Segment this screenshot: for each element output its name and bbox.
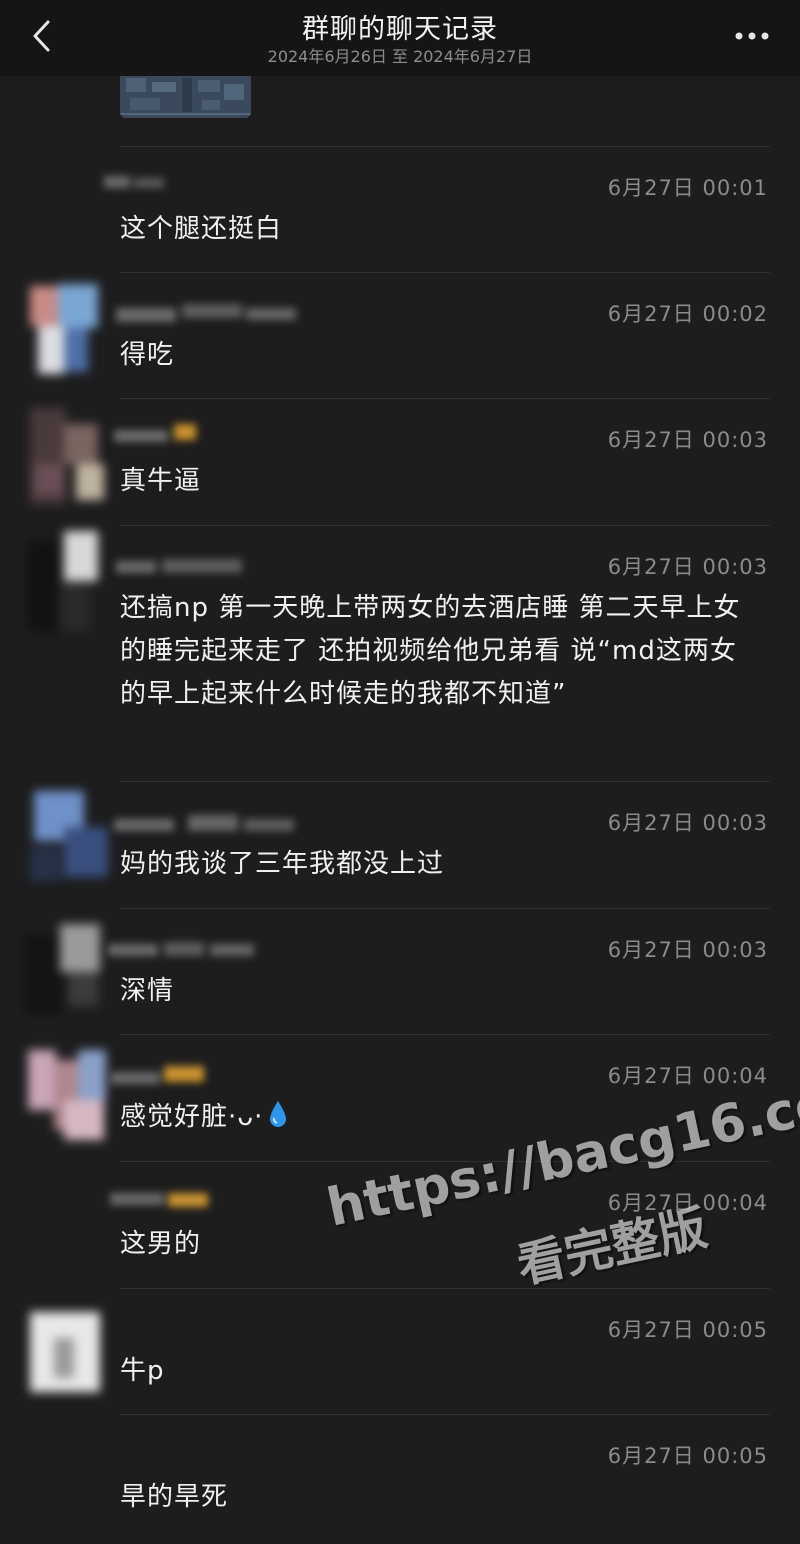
sender-name-redacted	[116, 304, 296, 322]
message-timestamp: 6月27日 00:03	[607, 428, 768, 452]
avatar-redacted[interactable]	[24, 404, 114, 508]
sender-name-redacted	[114, 424, 196, 442]
more-button[interactable]	[728, 18, 776, 54]
message-text: 得吃	[120, 340, 175, 370]
avatar-redacted[interactable]	[24, 1040, 114, 1144]
sender-name-redacted	[110, 1066, 204, 1084]
date-range: 2024年6月26日 至 2024年6月27日	[267, 47, 533, 66]
chat-message: 6月27日 00:05 牛p	[0, 1288, 800, 1414]
map-thumbnail-image	[120, 76, 251, 118]
message-divider	[120, 1288, 770, 1289]
message-divider	[120, 398, 770, 399]
sender-name-redacted	[114, 815, 294, 831]
message-text: 妈的我谈了三年我都没上过	[120, 849, 445, 879]
chat-message: 6月27日 00:03 还搞np 第一天晚上带两女的去酒店睡 第二天早上女的睡完…	[0, 525, 800, 781]
message-timestamp: 6月27日 00:03	[607, 938, 768, 962]
avatar-redacted[interactable]	[24, 787, 114, 891]
avatar-redacted[interactable]	[24, 278, 114, 382]
message-divider	[120, 272, 770, 273]
message-timestamp: 6月27日 00:03	[607, 811, 768, 835]
more-dots-icon	[735, 32, 769, 40]
chat-history-header: 群聊的聊天记录 2024年6月26日 至 2024年6月27日	[0, 0, 800, 76]
message-timestamp: 6月27日 00:02	[607, 302, 768, 326]
message-divider	[120, 1414, 770, 1415]
chat-message: 6月27日 00:03 真牛逼	[0, 398, 800, 525]
sender-name-redacted	[110, 1193, 208, 1207]
message-timestamp: 6月27日 00:04	[607, 1191, 768, 1215]
message-text: 真牛逼	[120, 466, 202, 496]
chat-message: 6月27日 00:03 妈的我谈了三年我都没上过	[0, 781, 800, 908]
message-divider	[120, 908, 770, 909]
message-divider	[120, 146, 770, 147]
message-text: 牛p	[120, 1356, 165, 1386]
avatar-redacted[interactable]	[24, 914, 114, 1018]
message-text: 这男的	[120, 1229, 202, 1259]
message-text: 还搞np 第一天晚上带两女的去酒店睡 第二天早上女的睡完起来走了 还拍视频给他兄…	[120, 593, 741, 709]
page-title: 群聊的聊天记录	[302, 14, 498, 45]
message-text: 旱的旱死	[120, 1482, 229, 1512]
chat-message: 6月27日 00:03 深情	[0, 908, 800, 1034]
message-timestamp: 6月27日 00:05	[607, 1444, 768, 1468]
message-text: 这个腿还挺白	[120, 214, 283, 244]
chat-message: 6月27日 00:02 得吃	[0, 272, 800, 398]
message-divider	[120, 1161, 770, 1162]
message-timestamp: 6月27日 00:01	[607, 176, 768, 200]
chat-message: 6月27日 00:05 旱的旱死	[0, 1414, 800, 1544]
message-text-content: 感觉好脏·ᴗ·	[120, 1102, 264, 1132]
water-drop-icon	[270, 1101, 287, 1127]
message-timestamp: 6月27日 00:05	[607, 1318, 768, 1342]
chat-message: 6月27日 00:04 感觉好脏·ᴗ·	[0, 1034, 800, 1161]
sender-name-redacted	[116, 559, 242, 573]
message-text: 感觉好脏·ᴗ·	[120, 1096, 760, 1139]
sender-name-redacted	[108, 942, 254, 956]
avatar-redacted[interactable]	[24, 1298, 114, 1402]
message-divider	[120, 781, 770, 782]
avatar-redacted[interactable]	[24, 531, 114, 635]
chat-message: 6月27日 00:04 这男的	[0, 1161, 800, 1288]
sender-name-redacted	[104, 176, 164, 188]
chat-message: 6月27日 00:01 这个腿还挺白	[0, 146, 800, 272]
message-text: 深情	[120, 976, 175, 1006]
image-attachment-thumbnail[interactable]	[120, 76, 251, 118]
message-timestamp: 6月27日 00:04	[607, 1064, 768, 1088]
message-timestamp: 6月27日 00:03	[607, 555, 768, 579]
message-divider	[120, 1034, 770, 1035]
message-divider	[120, 525, 770, 526]
